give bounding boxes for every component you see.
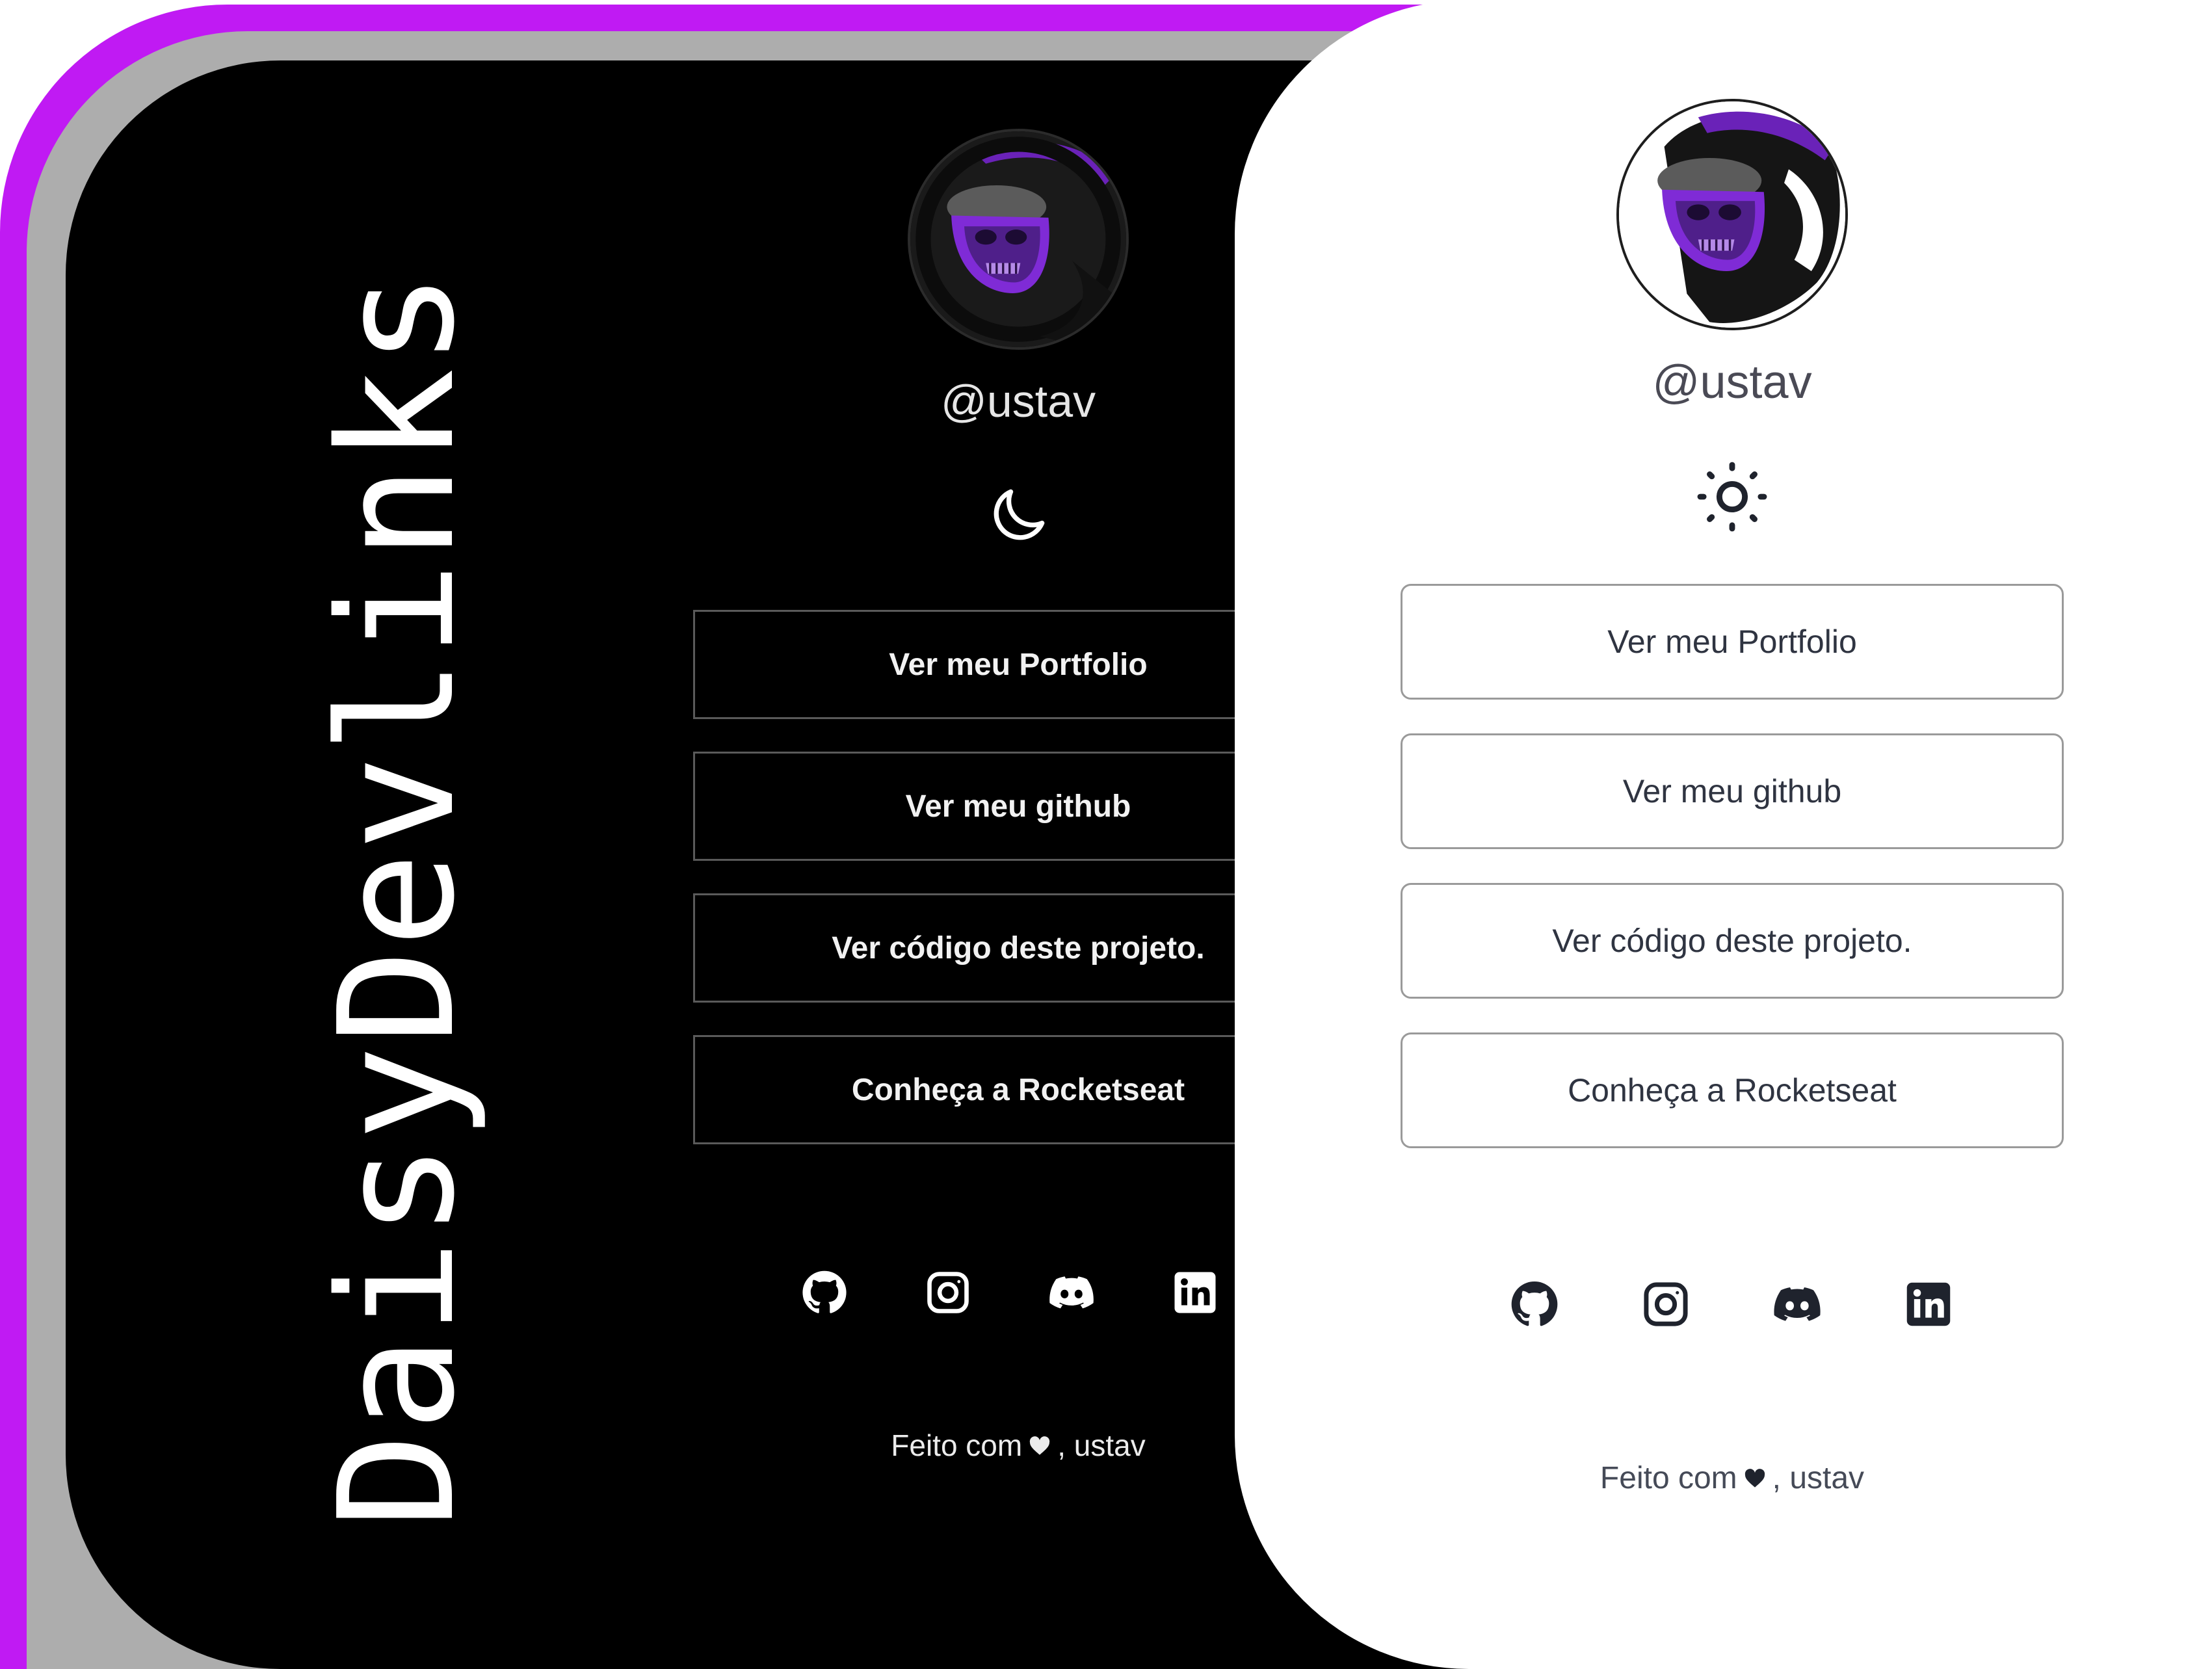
github-button[interactable]: Ver meu github (1401, 733, 2064, 849)
heart-icon (1029, 1428, 1051, 1463)
instagram-icon[interactable] (1641, 1280, 1691, 1329)
username: @ustav (1652, 356, 1812, 408)
github-icon[interactable] (1508, 1278, 1560, 1330)
rocketseat-button[interactable]: Conheça a Rocketseat (1401, 1032, 2064, 1148)
app-title: DaisyDevlinks (305, 270, 490, 1529)
footer: Feito com , ustav (891, 1428, 1145, 1463)
heart-icon (1744, 1460, 1766, 1496)
footer: Feito com , ustav (1600, 1460, 1864, 1496)
light-profile-column: @ustav Ver meu Portfolio Ver meu github … (1401, 99, 2064, 1496)
sun-icon[interactable] (1696, 460, 1769, 533)
social-links (800, 1268, 1218, 1317)
footer-prefix: Feito com (1600, 1461, 1737, 1495)
project-code-button[interactable]: Ver código deste projeto. (1401, 883, 2064, 999)
skull-avatar-image (1619, 101, 1845, 328)
footer-prefix: Feito com (891, 1428, 1023, 1462)
linkedin-icon[interactable] (1172, 1269, 1218, 1316)
social-links (1508, 1278, 1953, 1330)
discord-icon[interactable] (1771, 1278, 1823, 1330)
github-icon[interactable] (800, 1268, 849, 1317)
moon-icon[interactable] (982, 480, 1054, 551)
skull-avatar-image (910, 131, 1126, 347)
portfolio-button[interactable]: Ver meu Portfolio (1401, 584, 2064, 700)
username: @ustav (940, 376, 1096, 427)
footer-suffix: , ustav (1057, 1428, 1146, 1462)
avatar (908, 129, 1129, 350)
discord-icon[interactable] (1047, 1268, 1096, 1317)
linkedin-icon[interactable] (1904, 1280, 1953, 1329)
instagram-icon[interactable] (925, 1269, 971, 1316)
avatar (1616, 99, 1848, 330)
link-buttons: Ver meu Portfolio Ver meu github Ver cód… (1401, 584, 2064, 1148)
footer-suffix: , ustav (1772, 1461, 1865, 1495)
